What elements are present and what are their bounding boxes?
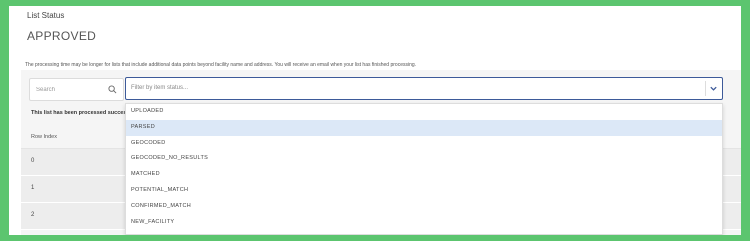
search-input[interactable]: [36, 85, 98, 95]
status-value: APPROVED: [27, 29, 97, 43]
dropdown-option-new-facility[interactable]: NEW_FACILITY: [126, 215, 722, 231]
row-index-cell: 2: [31, 212, 35, 218]
dropdown-option-geocoded[interactable]: GEOCODED: [126, 136, 722, 152]
dropdown-option-confirmed-match[interactable]: CONFIRMED_MATCH: [126, 199, 722, 215]
dropdown-option-matched[interactable]: MATCHED: [126, 167, 722, 183]
row-index-cell: 1: [31, 185, 35, 191]
column-header-row-index: Row Index: [31, 134, 57, 140]
dropdown-option-geocoded-no-results[interactable]: GEOCODED_NO_RESULTS: [126, 151, 722, 167]
dropdown-option-uploaded[interactable]: UPLOADED: [126, 104, 722, 120]
status-filter-select[interactable]: Filter by item status...: [125, 77, 723, 100]
dropdown-option-potential-match[interactable]: POTENTIAL_MATCH: [126, 183, 722, 199]
status-filter-dropdown: UPLOADED PARSED GEOCODED GEOCODED_NO_RES…: [125, 103, 723, 235]
chevron-down-icon[interactable]: [709, 84, 718, 93]
search-box[interactable]: [29, 78, 124, 101]
row-index-cell: 0: [31, 158, 35, 164]
list-status-label: List Status: [27, 11, 65, 20]
filter-divider: [705, 81, 706, 96]
filter-placeholder: Filter by item status...: [131, 85, 189, 91]
list-status-panel: List Status APPROVED The processing time…: [9, 6, 741, 235]
processing-notice: The processing time may be longer for li…: [25, 62, 417, 68]
processed-message: This list has been processed successfu: [31, 110, 135, 116]
search-icon[interactable]: [108, 85, 117, 94]
dropdown-option-parsed[interactable]: PARSED: [126, 119, 722, 136]
